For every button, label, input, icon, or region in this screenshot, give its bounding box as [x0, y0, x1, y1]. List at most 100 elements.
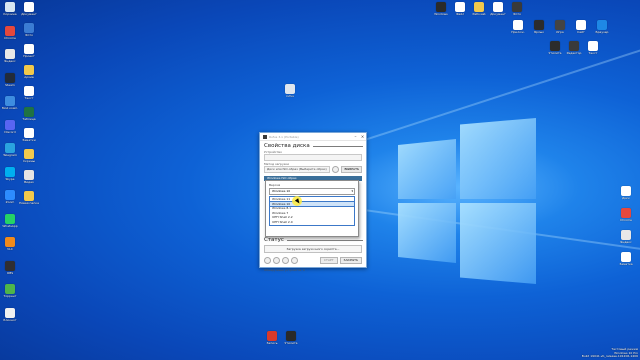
desktop-shortcut[interactable]: Заметка: [614, 252, 638, 266]
status-progress-bar: Загрузка загрузочного скрипта...: [264, 245, 362, 253]
shortcut-label: Заметка: [619, 263, 633, 266]
desktop-shortcut[interactable]: Браузер: [590, 20, 614, 34]
shortcut-label: Утилита: [284, 342, 298, 345]
desktop-shortcut[interactable]: Скрины: [17, 149, 41, 163]
shortcut-label: Яндекс: [4, 60, 16, 63]
desktop-shortcut[interactable]: Текст: [581, 41, 605, 55]
app-icon: [5, 49, 15, 59]
app-icon: [5, 213, 15, 224]
drive-properties-header: Свойства диска: [264, 143, 363, 149]
desktop-shortcut[interactable]: Проект: [17, 44, 41, 58]
desktop-shortcut[interactable]: Яндекс: [614, 230, 638, 244]
desktop-shortcut[interactable]: VLC: [0, 237, 22, 251]
app-icon: [24, 44, 34, 54]
shortcut-label: Документ: [21, 13, 37, 16]
version-option[interactable]: UEFI Shell 2.0: [270, 220, 354, 225]
divider: [286, 239, 363, 241]
desktop-shortcut[interactable]: Диск: [614, 186, 638, 200]
windows-logo-pane: [460, 203, 536, 284]
boot-selection-select[interactable]: Диск или ISO-образ (Выберите образ): [264, 166, 331, 173]
app-icon: [576, 20, 586, 30]
app-icon: [493, 2, 503, 12]
desktop-shortcut[interactable]: WhatsApp: [0, 213, 22, 228]
desktop-shortcut[interactable]: Блокнот: [0, 307, 22, 322]
desktop-shortcut[interactable]: Фото: [505, 2, 529, 16]
version-select[interactable]: Windows 10: [269, 188, 355, 195]
watermark-line-3: Build 19041.vb_release.191206-1406: [581, 354, 638, 359]
desktop-shortcut[interactable]: Текст: [17, 86, 41, 100]
check-icon[interactable]: [332, 166, 340, 173]
app-icon: [621, 230, 631, 240]
close-window-button[interactable]: ×: [359, 134, 366, 139]
desktop-shortcut[interactable]: Видео: [17, 170, 41, 184]
app-icon: [285, 84, 295, 94]
shortcut-label: Заметки: [22, 139, 36, 142]
app-icon: [550, 41, 560, 51]
select-image-button[interactable]: ВЫБРАТЬ: [341, 166, 362, 173]
app-icon: [24, 107, 34, 117]
app-icon: [534, 20, 544, 30]
divider: [312, 145, 363, 147]
rufus-titlebar[interactable]: Rufus 3.x (Portable) – ×: [260, 133, 366, 141]
app-icon: [24, 2, 34, 12]
desktop-shortcut[interactable]: Документ: [17, 2, 41, 16]
desktop-shortcut[interactable]: Заметки: [17, 128, 41, 142]
app-icon: [597, 20, 607, 30]
status-title: Статус: [264, 237, 284, 243]
desktop-shortcut[interactable]: Chrome: [614, 208, 638, 222]
globe-icon[interactable]: [264, 257, 271, 264]
shortcut-label: Новая папка: [19, 202, 39, 205]
rufus-window: Rufus 3.x (Portable) – × Свойства диска …: [259, 132, 367, 272]
app-icon: [24, 86, 34, 96]
app-icon: [5, 284, 15, 294]
app-icon: [5, 143, 15, 153]
app-icon: [5, 119, 15, 130]
desktop-shortcut[interactable]: OBS: [0, 260, 22, 275]
app-icon: [621, 252, 631, 262]
close-button[interactable]: ЗАКРЫТЬ: [339, 257, 362, 264]
app-icon: [5, 190, 15, 200]
shortcut-label: VLC: [7, 248, 13, 251]
desktop-shortcut[interactable]: Новая папка: [17, 191, 41, 205]
start-button[interactable]: СТАРТ: [319, 257, 338, 264]
shortcut-label: Фото: [24, 34, 33, 37]
desktop-shortcut[interactable]: Торрент: [0, 284, 22, 298]
settings-icon[interactable]: [282, 257, 289, 264]
app-icon: [5, 2, 15, 12]
shortcut-label: Таблица: [22, 118, 36, 121]
app-icon: [436, 2, 446, 12]
desktop-shortcut[interactable]: Фото: [17, 23, 41, 37]
app-icon: [286, 331, 296, 341]
app-icon: [5, 25, 15, 36]
usb-drive-icon: [263, 134, 267, 139]
shortcut-label: Диск: [622, 197, 630, 200]
app-icon: [5, 72, 15, 83]
desktop-shortcut[interactable]: Таблица: [17, 107, 41, 121]
status-section: Статус Загрузка загрузочного скрипта... …: [260, 235, 366, 272]
window-title: Rufus 3.x (Portable): [269, 134, 299, 139]
app-icon: [513, 20, 523, 30]
device-select[interactable]: [264, 154, 362, 161]
minimize-button[interactable]: –: [352, 134, 359, 139]
app-icon: [474, 2, 484, 12]
desktop-shortcut[interactable]: Архив: [17, 65, 41, 79]
desktop-shortcut[interactable]: Утилита: [279, 331, 303, 345]
app-icon: [5, 166, 15, 177]
log-icon[interactable]: [291, 257, 298, 264]
info-icon[interactable]: [273, 257, 280, 264]
watermark-text: Тестовый режим Windows 10 Pro Build 1904…: [582, 348, 638, 359]
drive-properties-title: Свойства диска: [264, 143, 310, 149]
shortcut-label: Текст: [588, 52, 598, 55]
shortcut-label: Текст: [24, 97, 34, 100]
app-icon: [455, 2, 465, 12]
shortcut-label: Торрент: [3, 295, 17, 298]
shortcut-label: Фото: [512, 13, 521, 16]
app-icon: [569, 41, 579, 51]
desktop-shortcut[interactable]: rufus: [278, 84, 302, 98]
app-icon: [24, 149, 34, 159]
app-icon: [512, 2, 522, 12]
app-icon: [588, 41, 598, 51]
windows-logo-pane: [460, 118, 536, 199]
shortcut-label: WhatsApp: [2, 224, 18, 228]
shortcut-label: Архив: [24, 76, 34, 79]
